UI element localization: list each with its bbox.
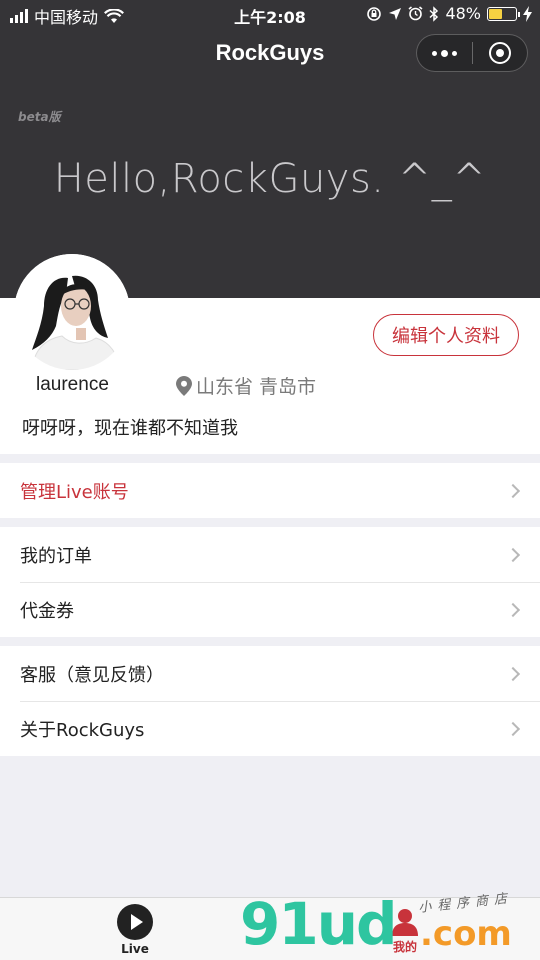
menu-group-orders: 我的订单 代金券 bbox=[0, 527, 540, 637]
avatar-image bbox=[14, 254, 130, 370]
chevron-right-icon bbox=[505, 602, 521, 617]
close-mini-program-button[interactable] bbox=[473, 35, 528, 71]
more-button[interactable] bbox=[417, 35, 472, 71]
alarm-icon bbox=[408, 6, 423, 21]
menu-item-vouchers[interactable]: 代金券 bbox=[0, 582, 540, 637]
location-arrow-icon bbox=[389, 7, 402, 20]
status-bar: 中国移动 上午2:08 48% bbox=[0, 0, 540, 28]
username: laurence bbox=[36, 374, 109, 395]
menu-item-label: 关于RockGuys bbox=[20, 719, 145, 741]
chevron-right-icon bbox=[505, 721, 521, 736]
menu-item-label: 代金券 bbox=[20, 600, 74, 622]
more-dots-icon bbox=[431, 49, 457, 57]
watermark-tagline: 小程序商店 bbox=[417, 891, 514, 916]
menu-item-label: 管理Live账号 bbox=[20, 481, 129, 503]
rotation-lock-icon bbox=[367, 6, 382, 21]
bio: 呀呀呀，现在谁都不知道我 bbox=[22, 418, 238, 439]
location: 山东省 青岛市 bbox=[176, 372, 316, 399]
menu-item-customer-service[interactable]: 客服（意见反馈） bbox=[0, 646, 540, 701]
chevron-right-icon bbox=[505, 483, 521, 498]
target-icon bbox=[488, 42, 511, 64]
avatar[interactable] bbox=[14, 254, 130, 370]
profile-card: 编辑个人资料 laurence 山东省 青岛市 呀呀呀，现在谁都不知道我 bbox=[0, 254, 540, 454]
hero-greeting: Hello,RockGuys. ^_^ bbox=[53, 156, 487, 202]
menu-item-label: 我的订单 bbox=[20, 545, 92, 567]
location-pin-icon bbox=[176, 375, 192, 396]
menu-item-about[interactable]: 关于RockGuys bbox=[0, 701, 540, 756]
tab-live[interactable]: Live bbox=[95, 898, 175, 960]
chevron-right-icon bbox=[505, 666, 521, 681]
watermark-logo: 91ud 小程序商店 .com bbox=[240, 888, 540, 960]
menu-item-manage-live[interactable]: 管理Live账号 bbox=[0, 463, 540, 518]
battery-icon bbox=[487, 6, 520, 21]
menu-item-my-orders[interactable]: 我的订单 bbox=[0, 527, 540, 582]
edit-profile-button[interactable]: 编辑个人资料 bbox=[373, 314, 519, 356]
menu-item-label: 客服（意见反馈） bbox=[20, 664, 164, 686]
chevron-right-icon bbox=[505, 547, 521, 562]
charging-bolt-icon bbox=[523, 5, 532, 22]
bluetooth-icon bbox=[429, 5, 439, 22]
status-right: 48% bbox=[366, 4, 532, 23]
battery-percent: 48% bbox=[445, 4, 481, 23]
watermark-main: 91ud bbox=[240, 890, 398, 958]
beta-label: beta版 bbox=[18, 110, 61, 124]
tab-label: Live bbox=[121, 942, 149, 956]
location-text: 山东省 青岛市 bbox=[196, 376, 317, 398]
mini-program-capsule bbox=[416, 34, 528, 72]
nav-bar: RockGuys bbox=[0, 28, 540, 80]
menu-group-live: 管理Live账号 bbox=[0, 463, 540, 518]
watermark-domain: .com bbox=[420, 914, 512, 954]
menu-group-support: 客服（意见反馈） 关于RockGuys bbox=[0, 646, 540, 756]
play-icon bbox=[117, 904, 153, 940]
